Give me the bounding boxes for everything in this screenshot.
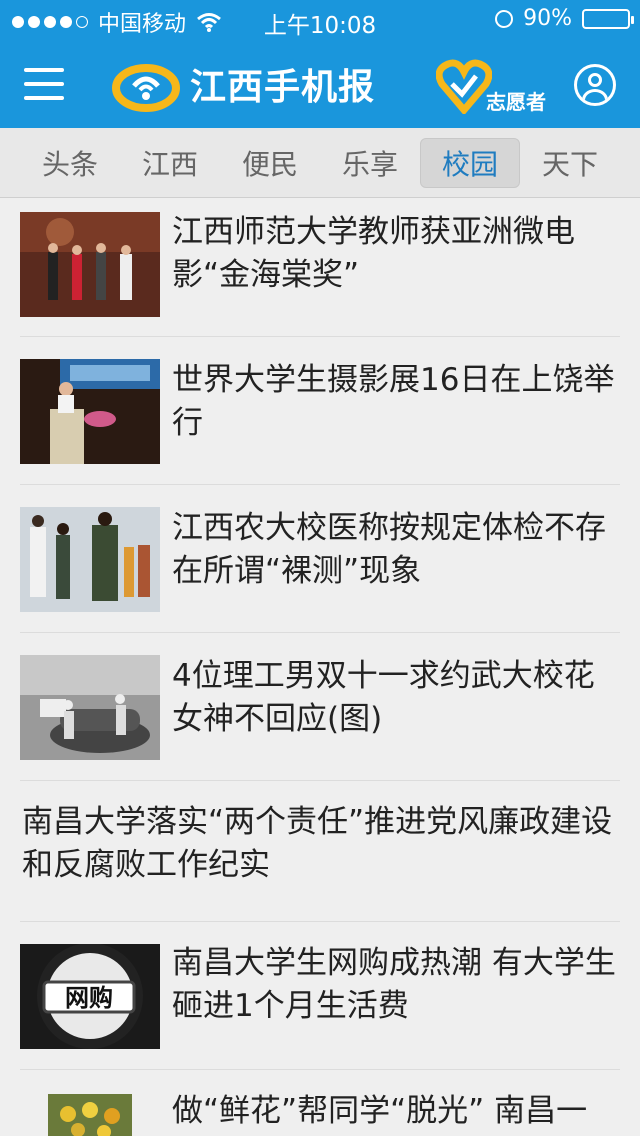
news-title: 江西师范大学教师获亚洲微电影“金海棠奖” — [172, 214, 575, 293]
category-tabs: 头条 江西 便民 乐享 校园 天下 — [0, 128, 640, 198]
news-thumbnail — [20, 507, 160, 612]
tab-jiangxi[interactable]: 江西 — [120, 138, 220, 188]
tab-world[interactable]: 天下 — [520, 138, 620, 188]
user-icon[interactable] — [574, 64, 616, 106]
news-thumbnail — [20, 359, 160, 464]
tab-campus[interactable]: 校园 — [420, 137, 520, 188]
list-item[interactable]: 做“鲜花”帮同学“脱光” 南昌一 — [20, 1070, 620, 1136]
news-list: 江西师范大学教师获亚洲微电影“金海棠奖” 世界大学生摄影展16日在上饶举行 江西… — [20, 199, 620, 1136]
volunteer-label: 志愿者 — [486, 90, 546, 114]
app-logo: 江西手机报 — [112, 54, 375, 114]
status-bar: 中国移动 上午10:08 90% — [0, 0, 640, 40]
list-item[interactable]: 网购 南昌大学生网购成热潮 有大学生砸进1个月生活费 — [20, 922, 620, 1070]
list-item[interactable]: 世界大学生摄影展16日在上饶举行 — [20, 337, 620, 485]
news-title: 4位理工男双十一求约武大校花 女神不回应(图) — [172, 658, 595, 737]
volunteer-heart-icon — [435, 59, 493, 116]
tab-leisure[interactable]: 乐享 — [320, 138, 420, 188]
news-thumbnail — [48, 1094, 132, 1136]
news-title: 南昌大学落实“两个责任”推进党风廉政建设和反腐败工作纪实 — [22, 804, 613, 883]
battery-icon — [582, 8, 634, 29]
list-item[interactable]: 江西师范大学教师获亚洲微电影“金海棠奖” — [20, 199, 620, 337]
news-title: 江西农大校医称按规定体检不存在所谓“裸测”现象 — [172, 510, 606, 589]
list-item[interactable]: 南昌大学落实“两个责任”推进党风廉政建设和反腐败工作纪实 — [20, 781, 620, 922]
status-right: 90% — [495, 6, 634, 31]
news-title: 世界大学生摄影展16日在上饶举行 — [172, 362, 615, 441]
list-item[interactable]: 江西农大校医称按规定体检不存在所谓“裸测”现象 — [20, 485, 620, 633]
battery-percent: 90% — [523, 6, 572, 31]
volunteer-button[interactable]: 志愿者 — [435, 56, 556, 116]
logo-icon — [112, 64, 180, 112]
tab-headlines[interactable]: 头条 — [20, 138, 120, 188]
app-header: 江西手机报 志愿者 — [0, 40, 640, 128]
news-thumbnail: 网购 — [20, 944, 160, 1049]
svg-text:网购: 网购 — [65, 984, 113, 1012]
tab-convenience[interactable]: 便民 — [220, 138, 320, 188]
alarm-icon — [495, 9, 514, 28]
news-thumbnail — [20, 655, 160, 760]
news-title: 做“鲜花”帮同学“脱光” 南昌一 — [172, 1093, 588, 1129]
news-thumbnail — [20, 212, 160, 317]
list-item[interactable]: 4位理工男双十一求约武大校花 女神不回应(图) — [20, 633, 620, 781]
menu-icon[interactable] — [24, 68, 64, 100]
news-title: 南昌大学生网购成热潮 有大学生砸进1个月生活费 — [172, 945, 616, 1024]
logo-text: 江西手机报 — [190, 67, 376, 108]
